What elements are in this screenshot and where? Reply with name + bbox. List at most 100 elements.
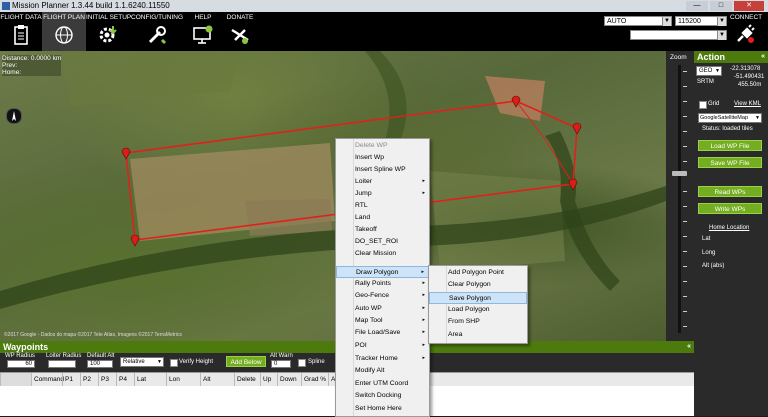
menu-item-auto-wp[interactable]: Auto WP ▸: [336, 303, 429, 315]
column-header[interactable]: P2: [80, 373, 98, 387]
default-alt-input[interactable]: 100: [87, 360, 113, 368]
column-header[interactable]: Down: [277, 373, 301, 387]
column-header[interactable]: P1: [62, 373, 80, 387]
menu-item-label: Auto WP: [355, 305, 382, 312]
column-header[interactable]: Alt: [200, 373, 234, 387]
zoom-tick: [683, 146, 687, 147]
menu-item-set-home-here[interactable]: Set Home Here: [336, 403, 429, 415]
menu-item-rtl[interactable]: RTL: [336, 200, 429, 212]
menu-item-label: POI: [355, 342, 367, 349]
loiter-radius-input[interactable]: [48, 360, 76, 368]
baud-select[interactable]: 115200 ▼: [675, 16, 727, 26]
write-wps-button[interactable]: Write WPs: [698, 203, 762, 214]
menu-item-map-tool[interactable]: Map Tool ▸: [336, 315, 429, 327]
verify-height-checkbox[interactable]: [170, 359, 178, 367]
menu-item-switch-docking[interactable]: Switch Docking: [336, 390, 429, 402]
spline-checkbox[interactable]: [298, 359, 306, 367]
menu-item-geo-fence[interactable]: Geo-Fence ▸: [336, 290, 429, 302]
menu-item-modify-alt[interactable]: Modify Alt: [336, 365, 429, 377]
menu-item-label: Add Polygon Point: [448, 269, 504, 276]
collapse-icon[interactable]: «: [761, 51, 765, 63]
column-header[interactable]: Up: [260, 373, 277, 387]
tab-flight-plan[interactable]: FLIGHT PLAN: [42, 12, 86, 51]
read-wps-button[interactable]: Read WPs: [698, 186, 762, 197]
maximize-button[interactable]: □: [710, 1, 732, 11]
menu-item-file-load-save[interactable]: File Load/Save ▸: [336, 327, 429, 339]
save-wp-file-button[interactable]: Save WP File: [698, 157, 762, 168]
map-type-select[interactable]: GoogleSatelliteMap ▼: [698, 113, 762, 123]
chevron-down-icon: ▼: [715, 68, 720, 74]
menu-item-loiter[interactable]: Loiter ▸: [336, 176, 429, 188]
alt-warn-label: Alt Warn: [270, 353, 293, 359]
menu-item-insert-wp[interactable]: Insert Wp: [336, 152, 429, 164]
port-select[interactable]: AUTO ▼: [604, 16, 672, 26]
menu-item-delete-wp[interactable]: Delete WP: [336, 140, 429, 152]
menu-item-label: Load Polygon: [448, 306, 490, 313]
zoom-track[interactable]: [678, 65, 681, 333]
column-header[interactable]: Delete: [234, 373, 260, 387]
menu-item-enter-utm-coord[interactable]: Enter UTM Coord: [336, 378, 429, 390]
waypoint-marker[interactable]: [130, 234, 140, 247]
menu-item-save-polygon[interactable]: Save Polygon: [429, 292, 527, 304]
map-view[interactable]: Distance: 0.0000 km Prev: Home: ©2017 Go…: [0, 51, 666, 341]
menu-item-insert-spline-wp[interactable]: Insert Spline WP: [336, 164, 429, 176]
tab-donate[interactable]: DONATE: [222, 12, 258, 51]
load-wp-file-button[interactable]: Load WP File: [698, 140, 762, 151]
menu-item-tracker-home[interactable]: Tracker Home ▸: [336, 353, 429, 365]
tab-help[interactable]: HELP: [184, 12, 222, 51]
menu-item-do-set-roi[interactable]: DO_SET_ROI: [336, 236, 429, 248]
column-header[interactable]: Lon: [166, 373, 200, 387]
menu-item-jump[interactable]: Jump ▸: [336, 188, 429, 200]
menu-item-load-polygon[interactable]: Load Polygon: [429, 304, 527, 316]
home-lat-label: Lat: [702, 236, 711, 242]
prev-readout: Prev:: [2, 62, 18, 69]
menu-item-from-shp[interactable]: From SHP: [429, 316, 527, 328]
column-header[interactable]: P4: [116, 373, 134, 387]
menu-item-poi[interactable]: POI ▸: [336, 340, 429, 352]
column-header[interactable]: P3: [98, 373, 116, 387]
link-select[interactable]: ▼: [630, 30, 727, 40]
map-imagery: [0, 51, 666, 309]
srtm-label: SRTM: [697, 79, 714, 85]
menu-item-draw-polygon[interactable]: Draw Polygon ▸: [336, 266, 429, 278]
alt-warn-input[interactable]: 0: [271, 360, 291, 368]
menu-item-rally-points[interactable]: Rally Points ▸: [336, 278, 429, 290]
zoom-tick: [683, 131, 687, 132]
menu-item-label: Clear Mission: [355, 250, 397, 257]
add-below-button[interactable]: Add Below: [226, 356, 266, 367]
collapse-icon[interactable]: «: [687, 341, 691, 353]
zoom-slider-knob[interactable]: [672, 171, 687, 176]
grid-checkbox[interactable]: [699, 101, 707, 109]
menu-item-clear-mission[interactable]: Clear Mission: [336, 248, 429, 260]
altitude-frame-select[interactable]: Relative ▼: [120, 357, 164, 367]
menu-item-label: Delete WP: [355, 142, 388, 149]
home-location-label: Home Location: [709, 225, 750, 231]
view-kml-link[interactable]: View KML: [734, 101, 761, 107]
coord-type-select[interactable]: GEO ▼: [696, 66, 722, 76]
minimize-button[interactable]: —: [686, 1, 708, 11]
column-header[interactable]: Command: [31, 373, 64, 387]
menu-item-area[interactable]: Area: [429, 329, 527, 341]
zoom-tick: [683, 116, 687, 117]
wp-radius-value: 60: [25, 361, 32, 367]
menu-item-clear-polygon[interactable]: Clear Polygon: [429, 279, 527, 291]
menu-item-add-polygon-point[interactable]: Add Polygon Point: [429, 267, 527, 279]
tab-config-tuning[interactable]: CONFIG/TUNING: [130, 12, 184, 51]
tab-flight-data[interactable]: FLIGHT DATA: [0, 12, 42, 51]
menu-item-label: Map Tool: [355, 317, 383, 324]
tab-label: FLIGHT PLAN: [43, 14, 85, 21]
menu-item-land[interactable]: Land: [336, 212, 429, 224]
zoom-tick: [683, 161, 687, 162]
menu-item-takeoff[interactable]: Takeoff: [336, 224, 429, 236]
coord-type-value: GEO: [699, 68, 713, 74]
wp-radius-input[interactable]: 60: [7, 360, 35, 368]
waypoint-marker[interactable]: [572, 122, 582, 135]
zoom-tick: [683, 251, 687, 252]
waypoint-marker[interactable]: [121, 147, 131, 160]
column-header[interactable]: Lat: [134, 373, 166, 387]
connect-button[interactable]: CONNECT: [730, 14, 762, 45]
tab-initial-setup[interactable]: INITIAL SETUP: [86, 12, 131, 51]
column-header[interactable]: Grad %: [301, 373, 328, 387]
action-header[interactable]: Action «: [694, 51, 768, 63]
close-button[interactable]: ✕: [734, 1, 764, 11]
